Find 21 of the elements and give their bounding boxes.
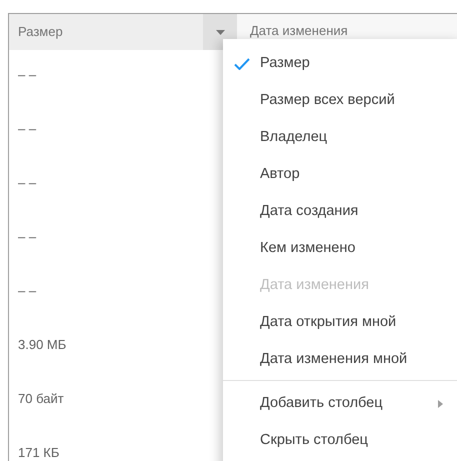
menu-item[interactable]: Дата создания (223, 193, 457, 230)
table-cell: – – (18, 283, 36, 299)
table-cell: – – (18, 67, 36, 83)
menu-item[interactable]: Дата изменения мной (223, 341, 457, 378)
submenu-arrow-icon (438, 400, 443, 408)
menu-item[interactable]: Автор (223, 156, 457, 193)
menu-item[interactable]: Размер всех версий (223, 82, 457, 119)
menu-item[interactable]: Кем изменено (223, 230, 457, 267)
checkmark-icon (234, 58, 250, 70)
menu-item[interactable]: Дата открытия мной (223, 304, 457, 341)
table-cell: – – (18, 121, 36, 137)
table-cell: 70 байт (18, 391, 64, 407)
table-cell: – – (18, 229, 36, 245)
caret-icon (216, 30, 224, 34)
table-cell: 171 КБ (18, 445, 60, 461)
table-cell: – – (18, 175, 36, 191)
table-cell: 3.90 МБ (18, 337, 66, 353)
menu-item[interactable]: Добавить столбец (223, 385, 457, 422)
menu-item[interactable]: Владелец (223, 119, 457, 156)
menu-item[interactable]: Скрыть столбец (223, 422, 457, 459)
column-header[interactable]: Размер (9, 14, 203, 50)
